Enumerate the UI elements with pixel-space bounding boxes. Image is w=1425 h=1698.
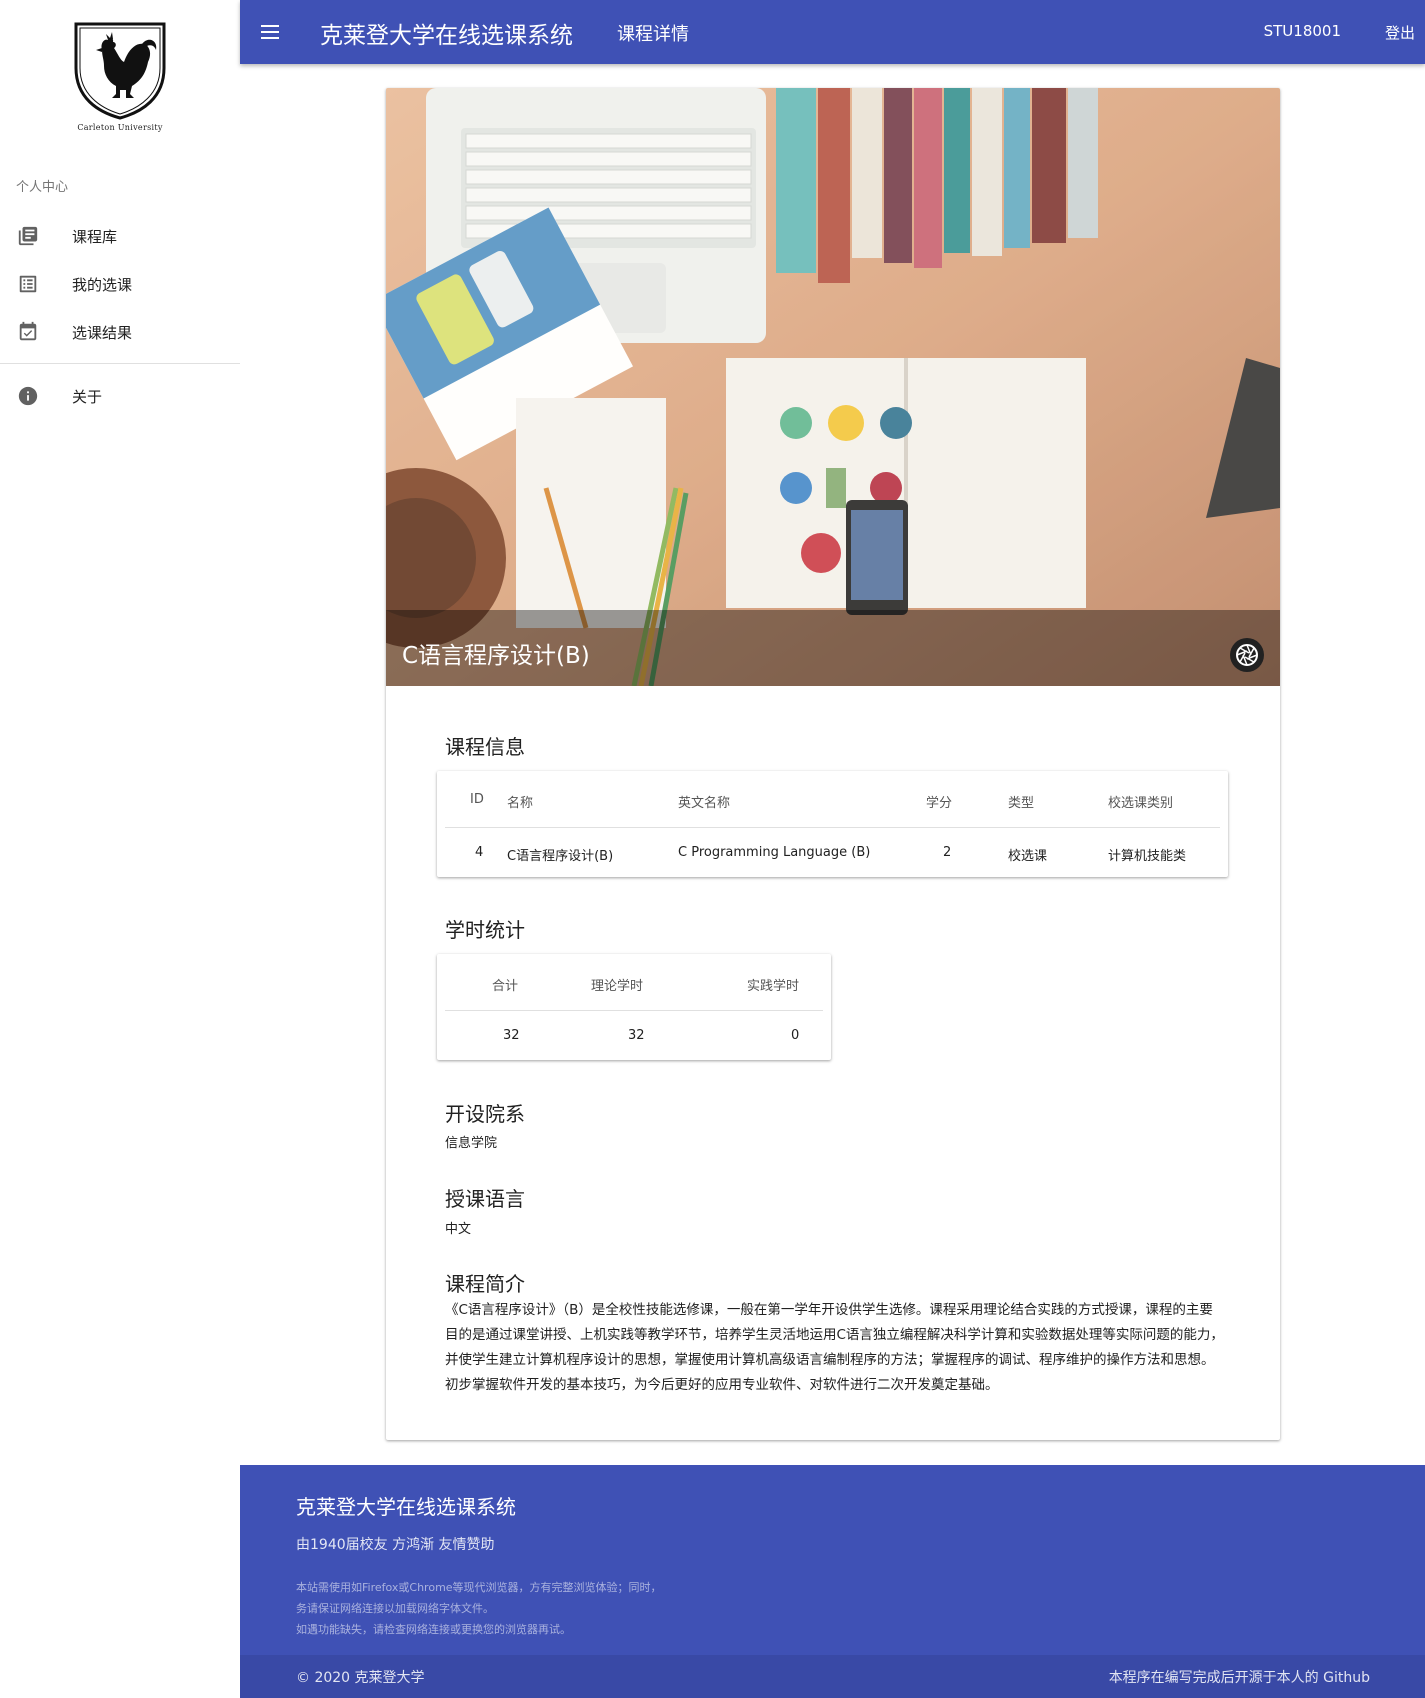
sidebar-item-label: 我的选课 [72, 276, 133, 294]
language-title: 授课语言 [445, 1187, 525, 1211]
language-value: 中文 [445, 1222, 472, 1237]
footer-note: 如遇功能缺失，请检查网络连接或更换您的浏览器再试。 [296, 1623, 571, 1636]
table-cell: 0 [791, 1028, 800, 1043]
footer-note: 本站需使用如Firefox或Chrome等现代浏览器，方有完整浏览体验；同时， [296, 1581, 662, 1594]
course-hero-image [386, 88, 1280, 686]
camera-shutter-icon[interactable] [1229, 637, 1265, 673]
table-header: 实践学时 [747, 979, 800, 994]
page-title: 课程详情 [617, 24, 689, 45]
table-cell: 2 [943, 845, 952, 860]
logout-button[interactable]: 登出 [1385, 22, 1415, 43]
intro-text: 《C语言程序设计》（B）是全校性技能选修课，一般在第一学年开设供学生选修。课程采… [445, 1302, 1224, 1393]
table-cell: 32 [628, 1028, 645, 1043]
sidebar-item-label: 选课结果 [72, 324, 133, 342]
copyright: © 2020 克莱登大学 [296, 1670, 425, 1686]
hours-title: 学时统计 [445, 918, 525, 942]
github-link[interactable]: 本程序在编写完成后开源于本人的 Github [1109, 1667, 1370, 1687]
table-cell: C Programming Language (B) [678, 845, 871, 860]
university-logo: Carleton University [72, 20, 168, 138]
desk-photo [386, 88, 1280, 686]
info-icon [18, 386, 38, 406]
event-available-icon [19, 321, 37, 341]
footer-bottom-bar: © 2020 克莱登大学 本程序在编写完成后开源于本人的 Github [240, 1655, 1425, 1698]
footer-note: 务请保证网络连接以加载网络字体文件。 [296, 1602, 494, 1615]
rooster-shield-icon [74, 22, 166, 120]
footer-subtitle: 由1940届校友 方鸿渐 友情赞助 [296, 1537, 495, 1553]
sidebar-divider [0, 363, 240, 364]
table-cell: 32 [503, 1028, 520, 1043]
app-bar: 克莱登大学在线选课系统 课程详情 STU18001 登出 [240, 0, 1425, 64]
menu-icon[interactable] [258, 20, 282, 44]
table-header: 类型 [1008, 796, 1035, 811]
table-cell: 校选课 [1008, 849, 1048, 864]
table-header: 校选课类别 [1108, 796, 1174, 811]
course-info-table: ID 名称 英文名称 学分 类型 校选课类别 4 C语言程序设计(B) C Pr… [437, 771, 1228, 877]
table-cell: 4 [475, 845, 484, 860]
table-header: 学分 [926, 796, 953, 811]
sidebar-item-about[interactable]: 关于 [0, 372, 240, 420]
course-card: C语言程序设计(B) 课程信息 ID 名称 英文名称 学分 类型 校选课类别 4… [386, 88, 1280, 1440]
hours-table: 合计 理论学时 实践学时 32 32 0 [437, 954, 831, 1060]
sidebar-item-label: 关于 [72, 388, 103, 406]
table-header: ID [470, 792, 484, 807]
course-info-title: 课程信息 [445, 735, 525, 759]
department-value: 信息学院 [445, 1136, 498, 1151]
table-cell: 计算机技能类 [1108, 849, 1187, 864]
intro-title: 课程简介 [445, 1272, 525, 1296]
user-id[interactable]: STU18001 [1264, 22, 1341, 40]
sidebar: Carleton University 个人中心 课程库 我的选课 选课结果 关… [0, 0, 240, 1698]
table-header: 理论学时 [591, 979, 644, 994]
sidebar-item-selection-results[interactable]: 选课结果 [0, 308, 240, 356]
sidebar-item-my-courses[interactable]: 我的选课 [0, 260, 240, 308]
logo-caption: Carleton University [77, 123, 163, 132]
table-header: 名称 [507, 796, 534, 811]
footer-title: 克莱登大学在线选课系统 [296, 1495, 516, 1519]
table-divider [445, 1010, 823, 1011]
footer: 克莱登大学在线选课系统 由1940届校友 方鸿渐 友情赞助 本站需使用如Fire… [240, 1465, 1425, 1698]
table-cell: C语言程序设计(B) [507, 849, 614, 864]
sidebar-item-course-library[interactable]: 课程库 [0, 212, 240, 260]
course-title: C语言程序设计(B) [402, 643, 590, 669]
sidebar-item-label: 课程库 [72, 228, 118, 246]
list-alt-icon [19, 275, 37, 293]
department-title: 开设院系 [445, 1102, 525, 1126]
table-header: 英文名称 [678, 796, 731, 811]
library-books-icon [18, 226, 38, 246]
sidebar-subheader: 个人中心 [16, 180, 69, 195]
table-header: 合计 [492, 979, 519, 994]
app-title: 克莱登大学在线选课系统 [320, 23, 573, 49]
table-divider [445, 827, 1220, 828]
